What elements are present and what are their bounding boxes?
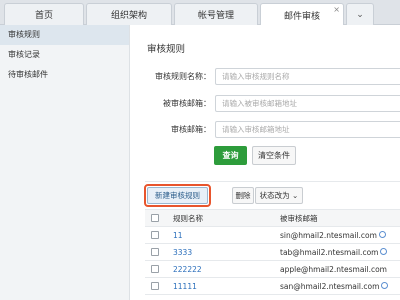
table-row: 222222 apple@hmail2.ntesmail.com bbox=[145, 261, 400, 278]
page-title: 审核规则 bbox=[147, 44, 186, 55]
column-header-rule-name: 规则名称 bbox=[173, 213, 203, 223]
main-panel: 审核规则 审核规则名称： 请输入审核规则名称 被审核邮箱： 请输入被审核邮箱地址… bbox=[131, 25, 400, 300]
tab-account-management[interactable]: 帐号管理 bbox=[174, 3, 258, 25]
tab-label: 首页 bbox=[34, 11, 53, 21]
row-checkbox[interactable] bbox=[151, 248, 159, 256]
tab-label: 邮件审核 bbox=[283, 11, 320, 22]
rule-name-input[interactable]: 请输入审核规则名称 bbox=[215, 67, 400, 85]
form-row-rule-name: 审核规则名称： 请输入审核规则名称 bbox=[145, 67, 400, 85]
chevron-down-icon: ⌄ bbox=[356, 9, 364, 20]
mailbox-text: tab@hmail2.ntesmail.com bbox=[280, 247, 379, 257]
select-all-checkbox[interactable] bbox=[151, 214, 159, 222]
new-audit-rule-button[interactable]: 新建审核规则 bbox=[147, 187, 208, 204]
tab-more-button[interactable]: ⌄ bbox=[346, 3, 374, 25]
audited-mailbox-label: 被审核邮箱： bbox=[163, 98, 211, 108]
form-row-audited-mailbox: 被审核邮箱： 请输入被审核邮箱地址 bbox=[145, 94, 400, 112]
rule-name-link[interactable]: 222222 bbox=[173, 265, 202, 274]
info-icon[interactable] bbox=[381, 282, 389, 289]
table-header: 规则名称 被审核邮箱 bbox=[145, 209, 400, 227]
audited-mailbox-cell: san@hmail2.ntesmail.com bbox=[280, 281, 389, 291]
mailbox-text: apple@hmail2.ntesmail.com bbox=[280, 264, 387, 274]
auditor-mailbox-input[interactable]: 请输入审核邮箱地址 bbox=[215, 120, 400, 138]
info-icon[interactable] bbox=[380, 248, 388, 255]
audited-mailbox-cell: apple@hmail2.ntesmail.com bbox=[280, 265, 387, 274]
rule-name-label: 审核规则名称： bbox=[155, 71, 211, 81]
audited-mailbox-cell: sin@hmail2.ntesmail.com bbox=[280, 231, 386, 240]
delete-button[interactable]: 删除 bbox=[232, 187, 254, 204]
row-checkbox[interactable] bbox=[151, 265, 159, 273]
tab-label: 帐号管理 bbox=[197, 11, 234, 21]
auditor-mailbox-label: 审核邮箱： bbox=[171, 124, 211, 134]
tab-organization[interactable]: 组织架构 bbox=[86, 3, 172, 25]
tab-home[interactable]: 首页 bbox=[4, 3, 84, 25]
clear-conditions-button[interactable]: 清空条件 bbox=[252, 146, 296, 165]
rule-name-link[interactable]: 11 bbox=[173, 231, 183, 240]
audited-mailbox-input[interactable]: 请输入被审核邮箱地址 bbox=[215, 94, 400, 112]
sidebar-item-pending-mail[interactable]: 待审核邮件 bbox=[0, 65, 129, 85]
audited-mailbox-cell: tab@hmail2.ntesmail.com bbox=[280, 247, 388, 257]
tab-bar: 首页 组织架构 帐号管理 邮件审核 × ⌄ bbox=[0, 0, 400, 26]
rule-name-link[interactable]: 11111 bbox=[173, 282, 197, 291]
form-row-auditor-mailbox: 审核邮箱： 请输入审核邮箱地址 bbox=[145, 120, 400, 138]
row-checkbox[interactable] bbox=[151, 231, 159, 239]
sidebar-item-audit-rules[interactable]: 审核规则 bbox=[0, 25, 129, 45]
rule-name-link[interactable]: 3333 bbox=[173, 248, 192, 257]
column-header-audited-mailbox: 被审核邮箱 bbox=[280, 213, 318, 223]
sidebar-item-audit-records[interactable]: 审核记录 bbox=[0, 45, 129, 65]
info-icon[interactable] bbox=[378, 231, 386, 238]
tab-label: 组织架构 bbox=[110, 11, 147, 21]
close-icon[interactable]: × bbox=[333, 5, 340, 14]
change-status-dropdown[interactable]: 状态改为 ⌄ bbox=[255, 187, 303, 204]
row-checkbox[interactable] bbox=[151, 282, 159, 290]
tab-mail-audit[interactable]: 邮件审核 × bbox=[260, 3, 344, 26]
mailbox-text: san@hmail2.ntesmail.com bbox=[280, 281, 380, 291]
sidebar: 审核规则 审核记录 待审核邮件 bbox=[0, 25, 130, 300]
query-button[interactable]: 查询 bbox=[214, 146, 247, 165]
table-row: 3333 tab@hmail2.ntesmail.com bbox=[145, 244, 400, 261]
table-row: 11111 san@hmail2.ntesmail.com bbox=[145, 278, 400, 295]
rules-table: 规则名称 被审核邮箱 11 sin@hmail2.ntesmail.com 33… bbox=[145, 209, 400, 295]
table-row: 11 sin@hmail2.ntesmail.com bbox=[145, 227, 400, 244]
mailbox-text: sin@hmail2.ntesmail.com bbox=[280, 230, 377, 240]
table-toolbar: 新建审核规则 删除 状态改为 ⌄ bbox=[144, 181, 400, 207]
